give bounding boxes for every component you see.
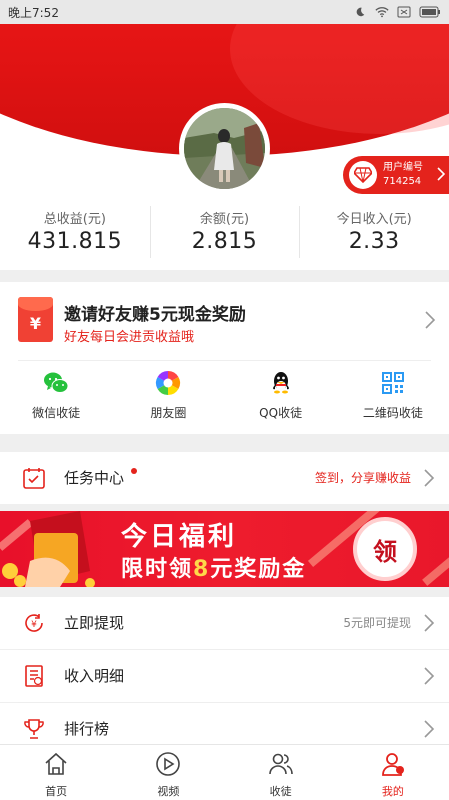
avatar-image: [184, 108, 265, 189]
video-icon: [156, 752, 181, 776]
profile-icon: [381, 753, 404, 776]
status-bar: 晚上7:52: [0, 0, 449, 24]
chevron-right-icon: [424, 667, 435, 685]
chevron-right-icon: [437, 167, 445, 181]
status-time: 晚上7:52: [8, 5, 59, 20]
withdraw-title: 立即提现: [64, 614, 125, 632]
qrcode-icon: [381, 372, 404, 394]
withdraw-row[interactable]: ¥ 立即提现 5元即可提现: [0, 597, 449, 649]
tab-home[interactable]: 首页: [0, 745, 112, 800]
user-id-value: 714254: [383, 176, 422, 187]
user-id-badge[interactable]: 用户编号 714254: [343, 156, 449, 194]
tab-label: 我的: [381, 785, 404, 798]
share-label: 二维码收徒: [362, 406, 423, 420]
leaderboard-title: 排行榜: [64, 720, 110, 738]
trophy-icon: [24, 719, 44, 739]
share-options: 微信收徒 朋友圈 QQ收徒 二维码收徒: [0, 366, 449, 426]
tab-label: 视频: [157, 785, 180, 798]
moments-icon: [156, 371, 181, 395]
stat-value: 431.815: [27, 229, 123, 254]
income-detail-icon: [25, 665, 43, 687]
apprentice-icon: [268, 753, 293, 775]
task-center-title: 任务中心: [64, 469, 125, 487]
wechat-icon: [44, 372, 69, 393]
daily-bonus-banner[interactable]: 今日福利 限时领8元奖励金 领: [0, 511, 449, 587]
avatar-photo: [184, 108, 265, 189]
calendar-check-icon: [23, 468, 45, 489]
share-qq-button[interactable]: QQ收徒: [225, 366, 337, 426]
tab-profile[interactable]: 我的: [337, 745, 449, 800]
stat-label: 总收益(元): [43, 212, 106, 227]
banner-amount: 8: [193, 557, 211, 582]
invite-subtitle: 好友每日会进贡收益哦: [64, 330, 195, 345]
battery-icon: [419, 6, 440, 18]
stat-balance[interactable]: 余额(元) 2.815: [149, 196, 300, 270]
share-label: 微信收徒: [32, 406, 81, 420]
home-icon: [45, 752, 67, 775]
stat-label: 今日收入(元): [336, 212, 412, 227]
chevron-right-icon: [425, 311, 436, 329]
stat-total-earnings[interactable]: 总收益(元) 431.815: [0, 196, 150, 270]
stat-label: 余额(元): [199, 212, 250, 227]
diamond-icon: [349, 161, 377, 189]
claim-badge[interactable]: 领: [353, 517, 417, 581]
chevron-right-icon: [424, 469, 435, 487]
banner-subtitle: 限时领8元奖励金: [121, 557, 307, 582]
tab-label: 首页: [45, 785, 68, 798]
chevron-right-icon: [424, 720, 435, 738]
invite-card: ¥ 邀请好友赚5元现金奖励 好友每日会进贡收益哦 微信收徒 朋友圈 QQ收徒 二…: [0, 282, 449, 434]
chevron-right-icon: [424, 614, 435, 632]
avatar[interactable]: [179, 103, 270, 194]
share-wechat-button[interactable]: 微信收徒: [0, 366, 112, 426]
user-id-label: 用户编号: [383, 162, 423, 173]
withdraw-hint: 5元即可提现: [343, 616, 411, 630]
divider: [18, 360, 431, 361]
share-qrcode-button[interactable]: 二维码收徒: [337, 366, 449, 426]
moon-icon: [356, 7, 365, 17]
income-detail-title: 收入明细: [64, 667, 125, 685]
task-center-hint: 签到，分享赚收益: [314, 471, 411, 485]
tab-label: 收徒: [269, 785, 292, 798]
invite-banner[interactable]: ¥ 邀请好友赚5元现金奖励 好友每日会进贡收益哦: [0, 282, 449, 358]
invite-title: 邀请好友赚5元现金奖励: [64, 305, 246, 325]
withdraw-icon: ¥: [25, 614, 43, 632]
income-detail-row[interactable]: 收入明细: [0, 650, 449, 702]
tab-apprentice[interactable]: 收徒: [225, 745, 337, 800]
share-label: 朋友圈: [150, 406, 187, 420]
tab-video[interactable]: 视频: [112, 745, 224, 800]
task-center-row[interactable]: 任务中心 签到，分享赚收益: [0, 452, 449, 504]
wifi-icon: [375, 7, 389, 18]
svg-text:¥: ¥: [31, 620, 37, 630]
stat-value: 2.815: [191, 229, 258, 254]
notification-dot: [131, 468, 137, 474]
sim-icon: [397, 6, 411, 18]
red-envelope-icon: ¥: [18, 297, 53, 342]
my-profile-page: 晚上7:52 用户编号 714254 总收益(元) 431.815 余额(元) …: [0, 0, 449, 800]
qq-icon: [272, 372, 289, 394]
earnings-stats: 总收益(元) 431.815 余额(元) 2.815 今日收入(元) 2.33: [0, 196, 449, 270]
stat-value: 2.33: [348, 229, 400, 254]
share-moments-button[interactable]: 朋友圈: [112, 366, 224, 426]
share-label: QQ收徒: [259, 406, 303, 420]
stat-today-income[interactable]: 今日收入(元) 2.33: [299, 196, 449, 270]
banner-title: 今日福利: [121, 522, 238, 552]
bottom-tab-bar: 首页 视频 收徒 我的: [0, 744, 449, 800]
